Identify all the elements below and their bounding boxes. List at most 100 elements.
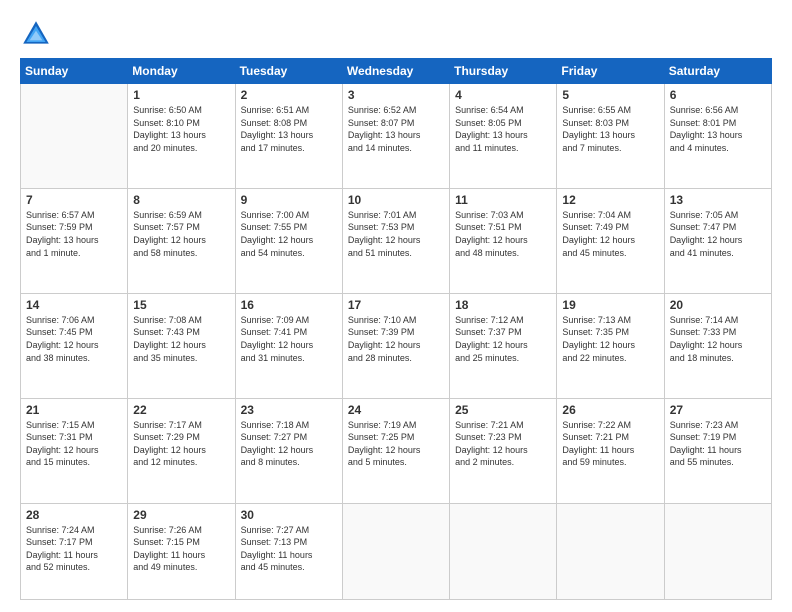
weekday-header-thursday: Thursday xyxy=(450,59,557,84)
calendar-week-5: 28 Sunrise: 7:24 AMSunset: 7:17 PMDayligh… xyxy=(21,503,772,599)
day-number: 6 xyxy=(670,88,766,102)
day-number: 24 xyxy=(348,403,444,417)
day-number: 26 xyxy=(562,403,658,417)
calendar-cell: 6Sunrise: 6:56 AMSunset: 8:01 PMDaylight… xyxy=(664,84,771,189)
calendar-table: SundayMondayTuesdayWednesdayThursdayFrid… xyxy=(20,58,772,600)
weekday-header-saturday: Saturday xyxy=(664,59,771,84)
calendar-week-1: 1 Sunrise: 6:50 AMSunset: 8:10 PMDaylight… xyxy=(21,84,772,189)
day-info: Sunrise: 7:06 AMSunset: 7:45 PMDaylight:… xyxy=(26,314,122,364)
weekday-header-wednesday: Wednesday xyxy=(342,59,449,84)
day-info: Sunrise: 7:26 AMSunset: 7:15 PMDaylight:… xyxy=(133,524,229,574)
day-info: Sunrise: 6:55 AMSunset: 8:03 PMDaylight:… xyxy=(562,104,658,154)
calendar-cell: 16 Sunrise: 7:09 AMSunset: 7:41 PMDayligh… xyxy=(235,293,342,398)
calendar-cell: 17Sunrise: 7:10 AMSunset: 7:39 PMDayligh… xyxy=(342,293,449,398)
day-number: 1 xyxy=(133,88,229,102)
logo xyxy=(20,18,56,50)
day-number: 20 xyxy=(670,298,766,312)
calendar-cell: 7Sunrise: 6:57 AMSunset: 7:59 PMDaylight… xyxy=(21,188,128,293)
calendar-cell: 11Sunrise: 7:03 AMSunset: 7:51 PMDayligh… xyxy=(450,188,557,293)
calendar-cell xyxy=(21,84,128,189)
day-number: 14 xyxy=(26,298,122,312)
calendar-cell: 24 Sunrise: 7:19 AMSunset: 7:25 PMDayligh… xyxy=(342,398,449,503)
day-info: Sunrise: 6:51 AMSunset: 8:08 PMDaylight:… xyxy=(241,104,337,154)
day-number: 23 xyxy=(241,403,337,417)
day-info: Sunrise: 7:22 AMSunset: 7:21 PMDaylight:… xyxy=(562,419,658,469)
day-number: 5 xyxy=(562,88,658,102)
day-info: Sunrise: 7:12 AMSunset: 7:37 PMDaylight:… xyxy=(455,314,551,364)
day-info: Sunrise: 7:05 AMSunset: 7:47 PMDaylight:… xyxy=(670,209,766,259)
day-info: Sunrise: 7:23 AMSunset: 7:19 PMDaylight:… xyxy=(670,419,766,469)
day-number: 18 xyxy=(455,298,551,312)
calendar-week-2: 7Sunrise: 6:57 AMSunset: 7:59 PMDaylight… xyxy=(21,188,772,293)
calendar-cell: 30 Sunrise: 7:27 AMSunset: 7:13 PMDayligh… xyxy=(235,503,342,599)
day-info: Sunrise: 7:27 AMSunset: 7:13 PMDaylight:… xyxy=(241,524,337,574)
day-number: 19 xyxy=(562,298,658,312)
day-info: Sunrise: 7:00 AMSunset: 7:55 PMDaylight:… xyxy=(241,209,337,259)
calendar-cell: 1 Sunrise: 6:50 AMSunset: 8:10 PMDaylight… xyxy=(128,84,235,189)
calendar-cell: 3 Sunrise: 6:52 AMSunset: 8:07 PMDaylight… xyxy=(342,84,449,189)
day-info: Sunrise: 7:15 AMSunset: 7:31 PMDaylight:… xyxy=(26,419,122,469)
calendar-cell: 22 Sunrise: 7:17 AMSunset: 7:29 PMDayligh… xyxy=(128,398,235,503)
weekday-header-tuesday: Tuesday xyxy=(235,59,342,84)
day-number: 12 xyxy=(562,193,658,207)
day-info: Sunrise: 6:50 AMSunset: 8:10 PMDaylight:… xyxy=(133,104,229,154)
calendar-cell: 21 Sunrise: 7:15 AMSunset: 7:31 PMDayligh… xyxy=(21,398,128,503)
calendar-cell: 14 Sunrise: 7:06 AMSunset: 7:45 PMDayligh… xyxy=(21,293,128,398)
calendar-cell: 10 Sunrise: 7:01 AMSunset: 7:53 PMDayligh… xyxy=(342,188,449,293)
day-info: Sunrise: 6:52 AMSunset: 8:07 PMDaylight:… xyxy=(348,104,444,154)
weekday-header-sunday: Sunday xyxy=(21,59,128,84)
day-number: 9 xyxy=(241,193,337,207)
day-info: Sunrise: 7:18 AMSunset: 7:27 PMDaylight:… xyxy=(241,419,337,469)
calendar-cell: 28 Sunrise: 7:24 AMSunset: 7:17 PMDayligh… xyxy=(21,503,128,599)
day-info: Sunrise: 7:14 AMSunset: 7:33 PMDaylight:… xyxy=(670,314,766,364)
calendar-cell: 27 Sunrise: 7:23 AMSunset: 7:19 PMDayligh… xyxy=(664,398,771,503)
day-info: Sunrise: 7:24 AMSunset: 7:17 PMDaylight:… xyxy=(26,524,122,574)
day-number: 22 xyxy=(133,403,229,417)
day-info: Sunrise: 7:09 AMSunset: 7:41 PMDaylight:… xyxy=(241,314,337,364)
weekday-header-monday: Monday xyxy=(128,59,235,84)
day-number: 11 xyxy=(455,193,551,207)
calendar-cell: 2 Sunrise: 6:51 AMSunset: 8:08 PMDaylight… xyxy=(235,84,342,189)
day-info: Sunrise: 7:19 AMSunset: 7:25 PMDaylight:… xyxy=(348,419,444,469)
day-number: 29 xyxy=(133,508,229,522)
day-info: Sunrise: 6:59 AMSunset: 7:57 PMDaylight:… xyxy=(133,209,229,259)
calendar-cell: 12 Sunrise: 7:04 AMSunset: 7:49 PMDayligh… xyxy=(557,188,664,293)
day-number: 16 xyxy=(241,298,337,312)
calendar-week-3: 14 Sunrise: 7:06 AMSunset: 7:45 PMDayligh… xyxy=(21,293,772,398)
day-info: Sunrise: 7:04 AMSunset: 7:49 PMDaylight:… xyxy=(562,209,658,259)
page: SundayMondayTuesdayWednesdayThursdayFrid… xyxy=(0,0,792,612)
calendar-cell: 26 Sunrise: 7:22 AMSunset: 7:21 PMDayligh… xyxy=(557,398,664,503)
calendar-cell xyxy=(342,503,449,599)
calendar-cell xyxy=(557,503,664,599)
logo-icon xyxy=(20,18,52,50)
day-number: 15 xyxy=(133,298,229,312)
day-number: 27 xyxy=(670,403,766,417)
calendar-cell: 18 Sunrise: 7:12 AMSunset: 7:37 PMDayligh… xyxy=(450,293,557,398)
day-number: 13 xyxy=(670,193,766,207)
day-info: Sunrise: 7:13 AMSunset: 7:35 PMDaylight:… xyxy=(562,314,658,364)
calendar-cell: 4 Sunrise: 6:54 AMSunset: 8:05 PMDaylight… xyxy=(450,84,557,189)
day-number: 7 xyxy=(26,193,122,207)
calendar-cell: 25Sunrise: 7:21 AMSunset: 7:23 PMDayligh… xyxy=(450,398,557,503)
day-info: Sunrise: 7:17 AMSunset: 7:29 PMDaylight:… xyxy=(133,419,229,469)
day-number: 3 xyxy=(348,88,444,102)
weekday-header-row: SundayMondayTuesdayWednesdayThursdayFrid… xyxy=(21,59,772,84)
day-info: Sunrise: 7:01 AMSunset: 7:53 PMDaylight:… xyxy=(348,209,444,259)
day-number: 21 xyxy=(26,403,122,417)
day-number: 2 xyxy=(241,88,337,102)
calendar-cell: 15Sunrise: 7:08 AMSunset: 7:43 PMDayligh… xyxy=(128,293,235,398)
calendar-cell: 29 Sunrise: 7:26 AMSunset: 7:15 PMDayligh… xyxy=(128,503,235,599)
day-number: 8 xyxy=(133,193,229,207)
day-number: 28 xyxy=(26,508,122,522)
day-info: Sunrise: 7:10 AMSunset: 7:39 PMDaylight:… xyxy=(348,314,444,364)
calendar-cell: 23 Sunrise: 7:18 AMSunset: 7:27 PMDayligh… xyxy=(235,398,342,503)
day-info: Sunrise: 6:54 AMSunset: 8:05 PMDaylight:… xyxy=(455,104,551,154)
day-number: 10 xyxy=(348,193,444,207)
day-number: 30 xyxy=(241,508,337,522)
calendar-cell: 5 Sunrise: 6:55 AMSunset: 8:03 PMDaylight… xyxy=(557,84,664,189)
day-number: 4 xyxy=(455,88,551,102)
calendar-cell: 13 Sunrise: 7:05 AMSunset: 7:47 PMDayligh… xyxy=(664,188,771,293)
calendar-cell: 19 Sunrise: 7:13 AMSunset: 7:35 PMDayligh… xyxy=(557,293,664,398)
calendar-week-4: 21 Sunrise: 7:15 AMSunset: 7:31 PMDayligh… xyxy=(21,398,772,503)
day-info: Sunrise: 7:21 AMSunset: 7:23 PMDaylight:… xyxy=(455,419,551,469)
